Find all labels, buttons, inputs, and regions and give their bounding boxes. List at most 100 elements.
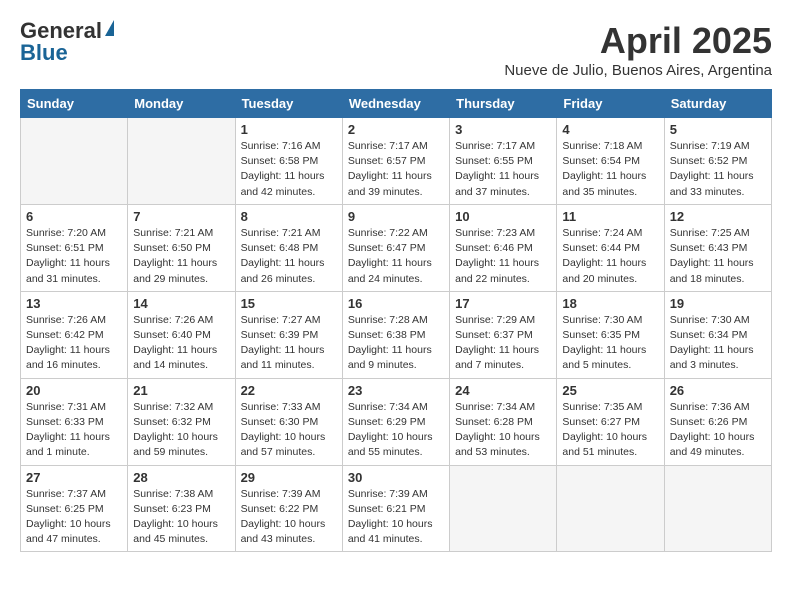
day-number: 16 bbox=[348, 296, 444, 311]
calendar-header-row: Sunday Monday Tuesday Wednesday Thursday… bbox=[21, 90, 772, 118]
day-info: Sunrise: 7:38 AM Sunset: 6:23 PM Dayligh… bbox=[133, 487, 229, 548]
day-info: Sunrise: 7:21 AM Sunset: 6:48 PM Dayligh… bbox=[241, 226, 337, 287]
day-info: Sunrise: 7:21 AM Sunset: 6:50 PM Dayligh… bbox=[133, 226, 229, 287]
table-row: 28 Sunrise: 7:38 AM Sunset: 6:23 PM Dayli… bbox=[128, 465, 235, 552]
day-info: Sunrise: 7:17 AM Sunset: 6:57 PM Dayligh… bbox=[348, 139, 444, 200]
logo-arrow-icon bbox=[105, 20, 114, 36]
table-row: 29 Sunrise: 7:39 AM Sunset: 6:22 PM Dayli… bbox=[235, 465, 342, 552]
day-number: 2 bbox=[348, 122, 444, 137]
day-info: Sunrise: 7:31 AM Sunset: 6:33 PM Dayligh… bbox=[26, 400, 122, 461]
day-number: 11 bbox=[562, 209, 658, 224]
header-monday: Monday bbox=[128, 90, 235, 118]
logo-general: General bbox=[20, 20, 102, 42]
table-row: 11 Sunrise: 7:24 AM Sunset: 6:44 PM Dayli… bbox=[557, 204, 664, 291]
header-sunday: Sunday bbox=[21, 90, 128, 118]
day-number: 6 bbox=[26, 209, 122, 224]
day-number: 10 bbox=[455, 209, 551, 224]
day-info: Sunrise: 7:34 AM Sunset: 6:28 PM Dayligh… bbox=[455, 400, 551, 461]
table-row bbox=[21, 118, 128, 205]
day-number: 19 bbox=[670, 296, 766, 311]
day-number: 28 bbox=[133, 470, 229, 485]
day-number: 21 bbox=[133, 383, 229, 398]
day-number: 20 bbox=[26, 383, 122, 398]
day-info: Sunrise: 7:39 AM Sunset: 6:22 PM Dayligh… bbox=[241, 487, 337, 548]
day-number: 15 bbox=[241, 296, 337, 311]
day-number: 30 bbox=[348, 470, 444, 485]
table-row: 13 Sunrise: 7:26 AM Sunset: 6:42 PM Dayli… bbox=[21, 291, 128, 378]
day-number: 12 bbox=[670, 209, 766, 224]
header-thursday: Thursday bbox=[450, 90, 557, 118]
day-number: 25 bbox=[562, 383, 658, 398]
day-info: Sunrise: 7:30 AM Sunset: 6:34 PM Dayligh… bbox=[670, 313, 766, 374]
table-row: 4Sunrise: 7:18 AM Sunset: 6:54 PM Daylig… bbox=[557, 118, 664, 205]
day-number: 27 bbox=[26, 470, 122, 485]
table-row bbox=[664, 465, 771, 552]
header-tuesday: Tuesday bbox=[235, 90, 342, 118]
calendar-table: Sunday Monday Tuesday Wednesday Thursday… bbox=[20, 89, 772, 552]
table-row: 3 Sunrise: 7:17 AM Sunset: 6:55 PM Daylig… bbox=[450, 118, 557, 205]
day-number: 29 bbox=[241, 470, 337, 485]
day-info: Sunrise: 7:29 AM Sunset: 6:37 PM Dayligh… bbox=[455, 313, 551, 374]
day-info: Sunrise: 7:23 AM Sunset: 6:46 PM Dayligh… bbox=[455, 226, 551, 287]
calendar-week-row: 20 Sunrise: 7:31 AM Sunset: 6:33 PM Dayli… bbox=[21, 378, 772, 465]
title-area: April 2025 Nueve de Julio, Buenos Aires,… bbox=[504, 20, 772, 79]
table-row: 24 Sunrise: 7:34 AM Sunset: 6:28 PM Dayli… bbox=[450, 378, 557, 465]
day-info: Sunrise: 7:32 AM Sunset: 6:32 PM Dayligh… bbox=[133, 400, 229, 461]
day-number: 22 bbox=[241, 383, 337, 398]
day-number: 9 bbox=[348, 209, 444, 224]
day-number: 14 bbox=[133, 296, 229, 311]
day-info: Sunrise: 7:33 AM Sunset: 6:30 PM Dayligh… bbox=[241, 400, 337, 461]
day-info: Sunrise: 7:28 AM Sunset: 6:38 PM Dayligh… bbox=[348, 313, 444, 374]
table-row: 15 Sunrise: 7:27 AM Sunset: 6:39 PM Dayli… bbox=[235, 291, 342, 378]
day-info: Sunrise: 7:25 AM Sunset: 6:43 PM Dayligh… bbox=[670, 226, 766, 287]
table-row: 8 Sunrise: 7:21 AM Sunset: 6:48 PM Daylig… bbox=[235, 204, 342, 291]
day-info: Sunrise: 7:36 AM Sunset: 6:26 PM Dayligh… bbox=[670, 400, 766, 461]
day-number: 23 bbox=[348, 383, 444, 398]
month-title: April 2025 bbox=[504, 20, 772, 62]
day-number: 13 bbox=[26, 296, 122, 311]
logo: General Blue bbox=[20, 20, 114, 64]
header: General Blue April 2025 Nueve de Julio, … bbox=[20, 20, 772, 79]
day-info: Sunrise: 7:20 AM Sunset: 6:51 PM Dayligh… bbox=[26, 226, 122, 287]
table-row: 10 Sunrise: 7:23 AM Sunset: 6:46 PM Dayli… bbox=[450, 204, 557, 291]
day-number: 26 bbox=[670, 383, 766, 398]
header-wednesday: Wednesday bbox=[342, 90, 449, 118]
table-row: 2 Sunrise: 7:17 AM Sunset: 6:57 PM Daylig… bbox=[342, 118, 449, 205]
calendar-week-row: 6 Sunrise: 7:20 AM Sunset: 6:51 PM Daylig… bbox=[21, 204, 772, 291]
day-info: Sunrise: 7:35 AM Sunset: 6:27 PM Dayligh… bbox=[562, 400, 658, 461]
calendar-week-row: 13 Sunrise: 7:26 AM Sunset: 6:42 PM Dayli… bbox=[21, 291, 772, 378]
day-info: Sunrise: 7:24 AM Sunset: 6:44 PM Dayligh… bbox=[562, 226, 658, 287]
table-row: 27 Sunrise: 7:37 AM Sunset: 6:25 PM Dayli… bbox=[21, 465, 128, 552]
table-row: 18Sunrise: 7:30 AM Sunset: 6:35 PM Dayli… bbox=[557, 291, 664, 378]
table-row: 17 Sunrise: 7:29 AM Sunset: 6:37 PM Dayli… bbox=[450, 291, 557, 378]
table-row bbox=[450, 465, 557, 552]
day-info: Sunrise: 7:27 AM Sunset: 6:39 PM Dayligh… bbox=[241, 313, 337, 374]
table-row: 9Sunrise: 7:22 AM Sunset: 6:47 PM Daylig… bbox=[342, 204, 449, 291]
day-number: 7 bbox=[133, 209, 229, 224]
table-row: 14Sunrise: 7:26 AM Sunset: 6:40 PM Dayli… bbox=[128, 291, 235, 378]
day-info: Sunrise: 7:17 AM Sunset: 6:55 PM Dayligh… bbox=[455, 139, 551, 200]
calendar-week-row: 27 Sunrise: 7:37 AM Sunset: 6:25 PM Dayli… bbox=[21, 465, 772, 552]
table-row: 20 Sunrise: 7:31 AM Sunset: 6:33 PM Dayli… bbox=[21, 378, 128, 465]
day-number: 5 bbox=[670, 122, 766, 137]
day-number: 8 bbox=[241, 209, 337, 224]
table-row: 1Sunrise: 7:16 AM Sunset: 6:58 PM Daylig… bbox=[235, 118, 342, 205]
day-number: 17 bbox=[455, 296, 551, 311]
table-row: 26 Sunrise: 7:36 AM Sunset: 6:26 PM Dayli… bbox=[664, 378, 771, 465]
day-number: 24 bbox=[455, 383, 551, 398]
table-row: 22 Sunrise: 7:33 AM Sunset: 6:30 PM Dayli… bbox=[235, 378, 342, 465]
day-number: 4 bbox=[562, 122, 658, 137]
table-row: 21 Sunrise: 7:32 AM Sunset: 6:32 PM Dayli… bbox=[128, 378, 235, 465]
calendar-week-row: 1Sunrise: 7:16 AM Sunset: 6:58 PM Daylig… bbox=[21, 118, 772, 205]
table-row: 30Sunrise: 7:39 AM Sunset: 6:21 PM Dayli… bbox=[342, 465, 449, 552]
day-info: Sunrise: 7:26 AM Sunset: 6:42 PM Dayligh… bbox=[26, 313, 122, 374]
location-subtitle: Nueve de Julio, Buenos Aires, Argentina bbox=[504, 62, 772, 79]
table-row: 23 Sunrise: 7:34 AM Sunset: 6:29 PM Dayli… bbox=[342, 378, 449, 465]
day-info: Sunrise: 7:19 AM Sunset: 6:52 PM Dayligh… bbox=[670, 139, 766, 200]
table-row: 19 Sunrise: 7:30 AM Sunset: 6:34 PM Dayli… bbox=[664, 291, 771, 378]
day-info: Sunrise: 7:37 AM Sunset: 6:25 PM Dayligh… bbox=[26, 487, 122, 548]
day-number: 1 bbox=[241, 122, 337, 137]
day-number: 3 bbox=[455, 122, 551, 137]
day-number: 18 bbox=[562, 296, 658, 311]
day-info: Sunrise: 7:34 AM Sunset: 6:29 PM Dayligh… bbox=[348, 400, 444, 461]
